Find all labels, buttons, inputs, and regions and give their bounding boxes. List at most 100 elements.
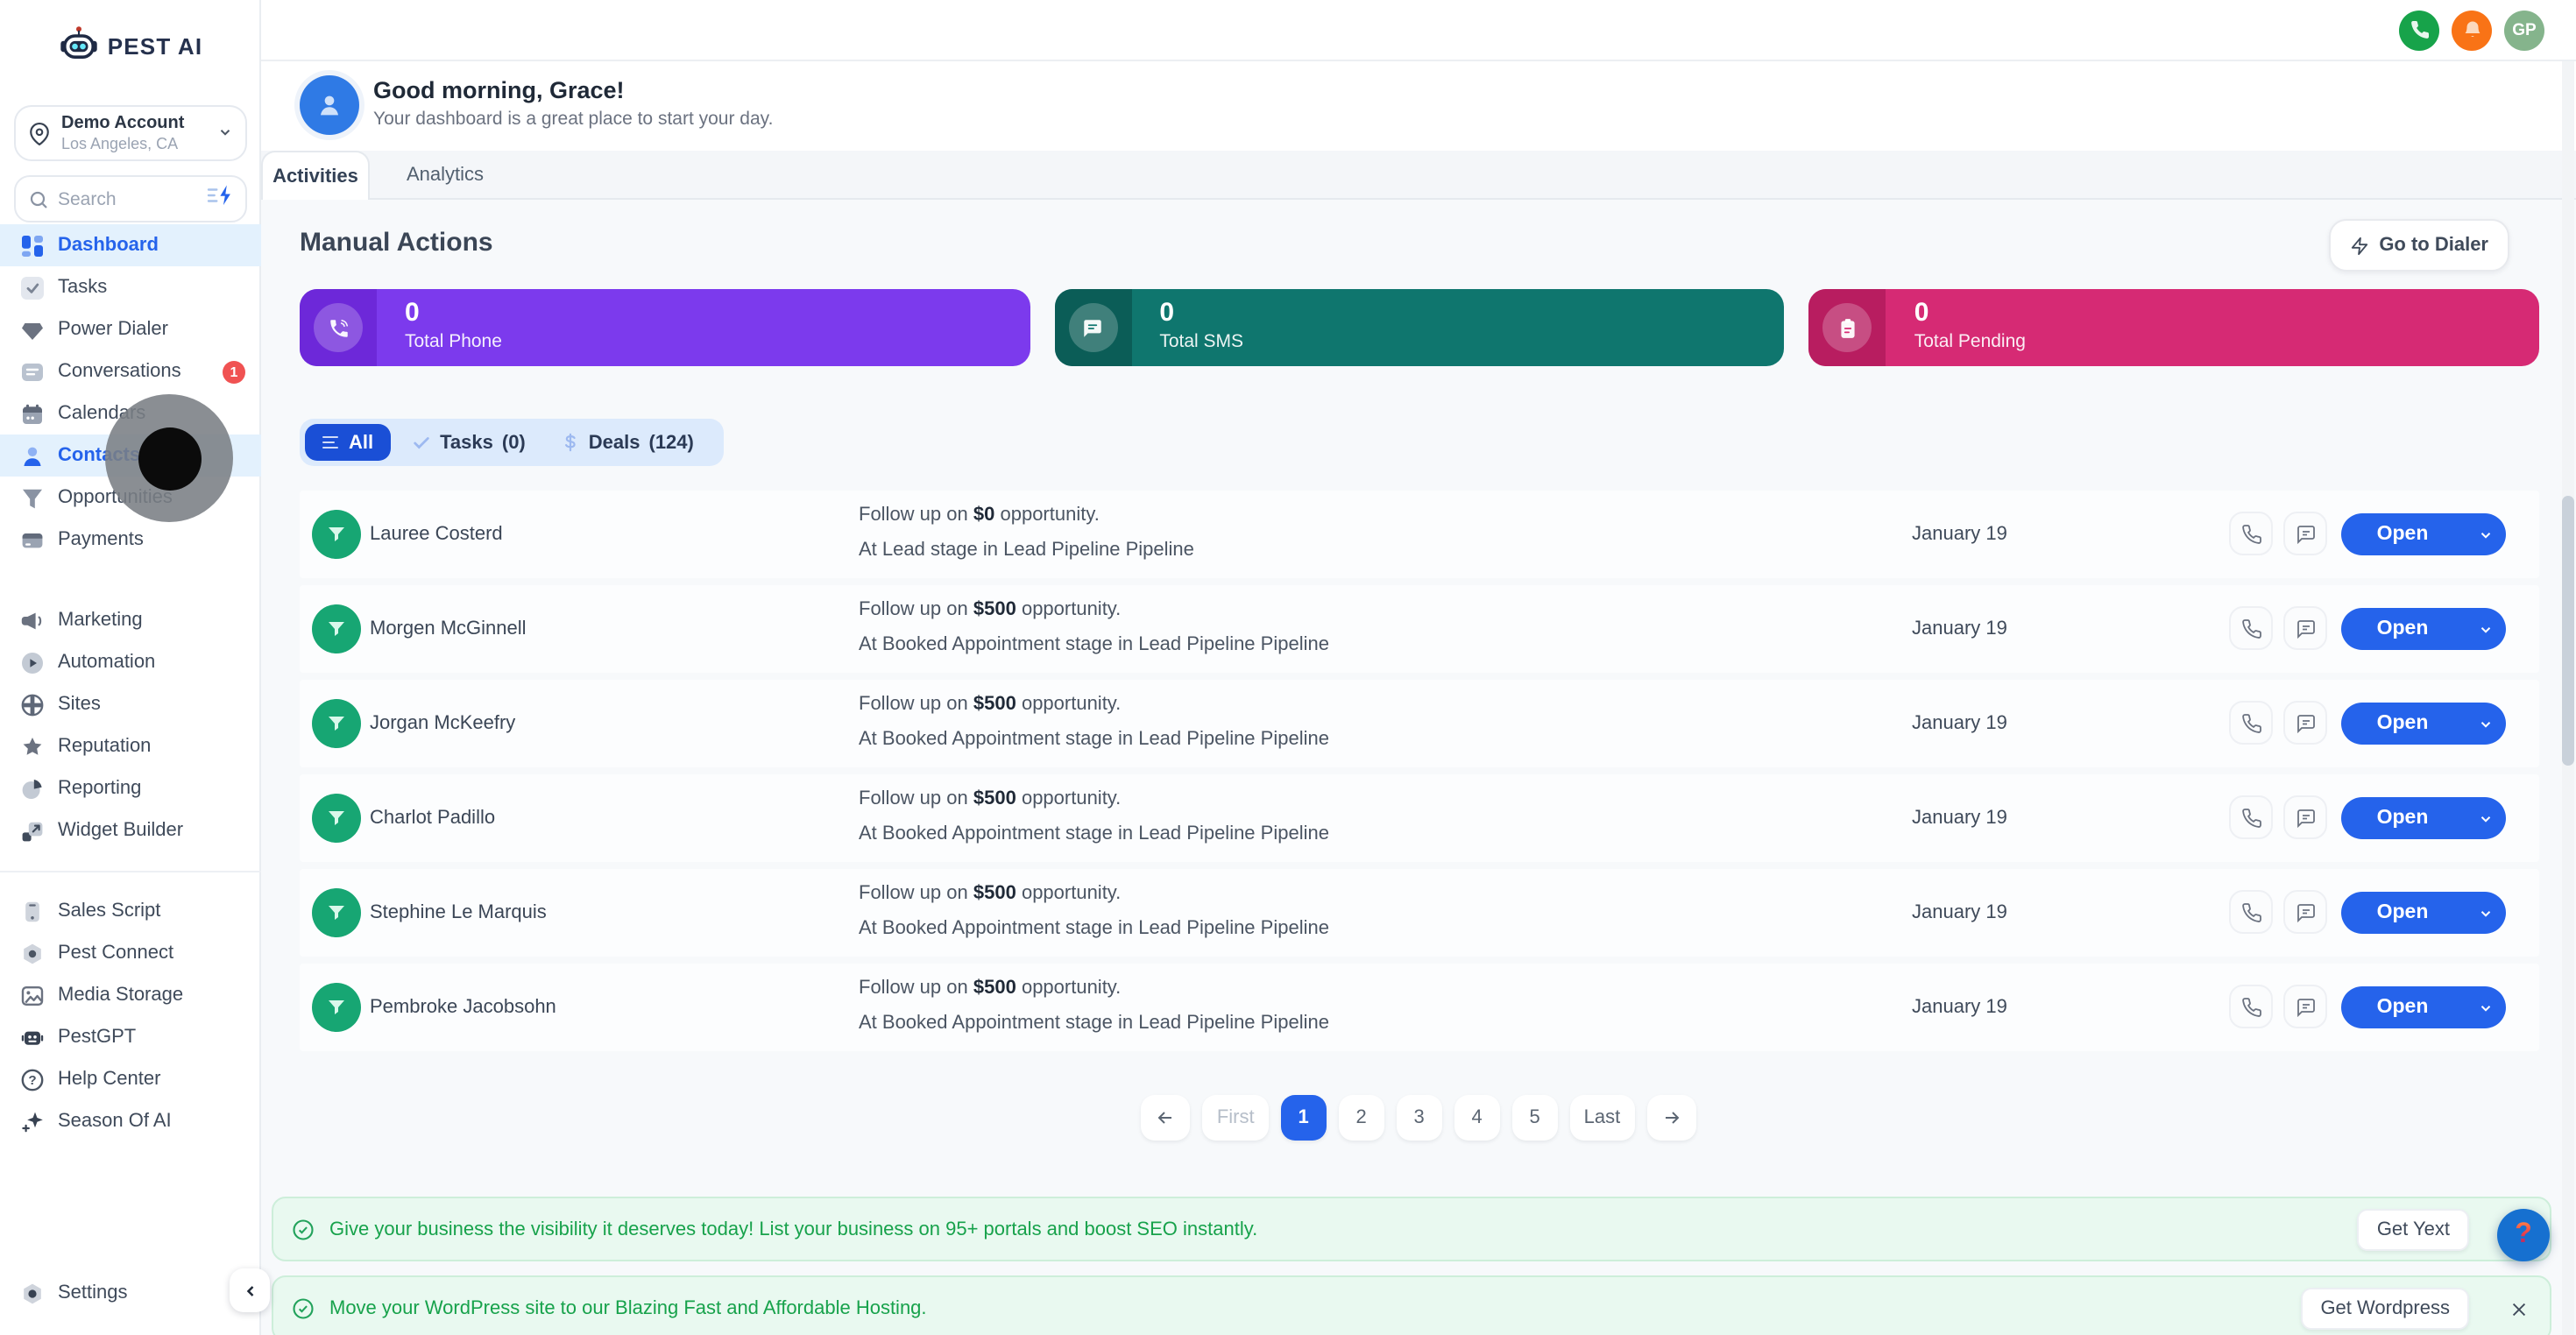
- sidebar-item-pestgpt[interactable]: PestGPT: [0, 1016, 261, 1058]
- hex-dot-icon: [19, 941, 44, 965]
- dialer-quick-button[interactable]: [2399, 10, 2439, 50]
- row-date: January 19: [1912, 808, 2007, 829]
- search-box[interactable]: [14, 175, 247, 222]
- page-5-button[interactable]: 5: [1511, 1095, 1558, 1141]
- page-3-button[interactable]: 3: [1396, 1095, 1442, 1141]
- open-button[interactable]: Open: [2341, 797, 2506, 839]
- filter-deals[interactable]: Deals (124): [547, 432, 708, 453]
- contact-name[interactable]: Pembroke Jacobsohn: [370, 997, 556, 1018]
- contact-name[interactable]: Stephine Le Marquis: [370, 902, 547, 923]
- sidebar-item-automation[interactable]: Automation: [0, 641, 261, 683]
- quick-actions-icon[interactable]: [207, 183, 233, 215]
- sidebar-item-sites[interactable]: Sites: [0, 683, 261, 725]
- call-button[interactable]: [2229, 606, 2273, 650]
- contact-name[interactable]: Lauree Costerd: [370, 524, 503, 545]
- star-icon: [19, 734, 44, 759]
- page-prev-button[interactable]: [1141, 1095, 1191, 1141]
- sidebar-item-pest-connect[interactable]: Pest Connect: [0, 932, 261, 974]
- sidebar-item-calendars[interactable]: Calendars: [0, 392, 261, 434]
- sidebar-item-label: Tasks: [58, 277, 108, 298]
- account-selector[interactable]: Demo Account Los Angeles, CA: [14, 105, 247, 161]
- message-button[interactable]: [2283, 512, 2327, 555]
- page-1-button[interactable]: 1: [1280, 1095, 1327, 1141]
- sidebar-item-season-of-ai[interactable]: Season Of AI: [0, 1100, 261, 1142]
- payments-card-icon: [19, 527, 44, 552]
- contact-name[interactable]: Charlot Padillo: [370, 808, 495, 829]
- get-wordpress-button[interactable]: Get Wordpress: [2301, 1288, 2469, 1330]
- sidebar-item-contacts[interactable]: Contacts: [0, 434, 261, 477]
- sidebar-item-label: Season Of AI: [58, 1111, 172, 1132]
- go-to-dialer-button[interactable]: Go to Dialer: [2328, 219, 2509, 272]
- search-input[interactable]: [58, 188, 184, 209]
- play-circle-icon: [19, 650, 44, 675]
- sidebar-item-label: Reporting: [58, 778, 142, 799]
- page-last-button[interactable]: Last: [1569, 1095, 1635, 1141]
- message-button[interactable]: [2283, 606, 2327, 650]
- call-button[interactable]: [2229, 512, 2273, 555]
- sidebar-item-power-dialer[interactable]: Power Dialer: [0, 308, 261, 350]
- filter-all[interactable]: All: [305, 424, 392, 461]
- chevron-down-icon[interactable]: [2464, 999, 2506, 1015]
- tab-analytics[interactable]: Analytics: [386, 151, 505, 200]
- chat-icon: [2296, 903, 2314, 922]
- sidebar-item-marketing[interactable]: Marketing: [0, 599, 261, 641]
- open-button[interactable]: Open: [2341, 513, 2506, 555]
- sidebar-collapse-button[interactable]: [230, 1268, 270, 1312]
- page-2-button[interactable]: 2: [1338, 1095, 1384, 1141]
- contact-name[interactable]: Morgen McGinnell: [370, 618, 527, 639]
- desc-stage: At Booked Appointment stage in Lead Pipe…: [859, 823, 1329, 844]
- sidebar-item-widget-builder[interactable]: Widget Builder: [0, 809, 261, 851]
- filter-label: Tasks: [440, 432, 493, 453]
- chevron-down-icon[interactable]: [2464, 716, 2506, 731]
- call-button[interactable]: [2229, 985, 2273, 1028]
- sidebar-item-tasks[interactable]: Tasks: [0, 266, 261, 308]
- chevron-down-icon[interactable]: [2464, 526, 2506, 542]
- call-button[interactable]: [2229, 701, 2273, 745]
- sidebar-item-media-storage[interactable]: Media Storage: [0, 974, 261, 1016]
- sidebar-item-help-center[interactable]: ? Help Center: [0, 1058, 261, 1100]
- get-yext-button[interactable]: Get Yext: [2357, 1208, 2469, 1250]
- sidebar-item-payments[interactable]: Payments: [0, 519, 261, 561]
- filter-tasks[interactable]: Tasks (0): [398, 432, 540, 453]
- row-description: Follow up on $500 opportunity. At Booked…: [859, 788, 1329, 844]
- tab-activities[interactable]: Activities: [261, 151, 370, 200]
- help-widget-button[interactable]: ?: [2497, 1209, 2550, 1261]
- script-icon: [19, 899, 44, 923]
- chevron-down-icon[interactable]: [2464, 905, 2506, 921]
- user-avatar[interactable]: GP: [2504, 10, 2544, 50]
- tab-bar: Activities Analytics: [261, 151, 2576, 200]
- sidebar-item-settings[interactable]: Settings: [0, 1272, 261, 1314]
- stat-label: Total Phone: [405, 331, 502, 352]
- close-icon[interactable]: [2504, 1295, 2532, 1323]
- filter-bar: All Tasks (0) Deals (124): [300, 419, 724, 466]
- sidebar-item-opportunities[interactable]: Opportunities: [0, 477, 261, 519]
- scrollbar-thumb[interactable]: [2562, 496, 2574, 766]
- open-button[interactable]: Open: [2341, 892, 2506, 934]
- message-button[interactable]: [2283, 890, 2327, 934]
- message-button[interactable]: [2283, 795, 2327, 839]
- open-button[interactable]: Open: [2341, 608, 2506, 650]
- sidebar-item-conversations[interactable]: Conversations 1: [0, 350, 261, 392]
- sidebar-item-dashboard[interactable]: Dashboard: [0, 224, 261, 266]
- sidebar-item-reporting[interactable]: Reporting: [0, 767, 261, 809]
- contact-name[interactable]: Jorgan McKeefry: [370, 713, 515, 734]
- page-next-button[interactable]: [1646, 1095, 1696, 1141]
- sidebar-item-reputation[interactable]: Reputation: [0, 725, 261, 767]
- call-button[interactable]: [2229, 890, 2273, 934]
- desc-suffix: opportunity.: [1016, 694, 1122, 715]
- open-button[interactable]: Open: [2341, 703, 2506, 745]
- desc-stage: At Booked Appointment stage in Lead Pipe…: [859, 634, 1329, 655]
- sidebar-item-sales-script[interactable]: Sales Script: [0, 890, 261, 932]
- contact-avatar-funnel-icon: [312, 888, 361, 937]
- message-button[interactable]: [2283, 985, 2327, 1028]
- call-button[interactable]: [2229, 795, 2273, 839]
- chevron-down-icon[interactable]: [2464, 810, 2506, 826]
- notifications-button[interactable]: [2452, 10, 2492, 50]
- open-button[interactable]: Open: [2341, 986, 2506, 1028]
- stat-card-strip: [1808, 289, 1886, 366]
- page-4-button[interactable]: 4: [1454, 1095, 1500, 1141]
- message-button[interactable]: [2283, 701, 2327, 745]
- page-first-button[interactable]: First: [1202, 1095, 1269, 1141]
- activity-list: Lauree Costerd Follow up on $0 opportuni…: [300, 491, 2539, 1058]
- chevron-down-icon[interactable]: [2464, 621, 2506, 637]
